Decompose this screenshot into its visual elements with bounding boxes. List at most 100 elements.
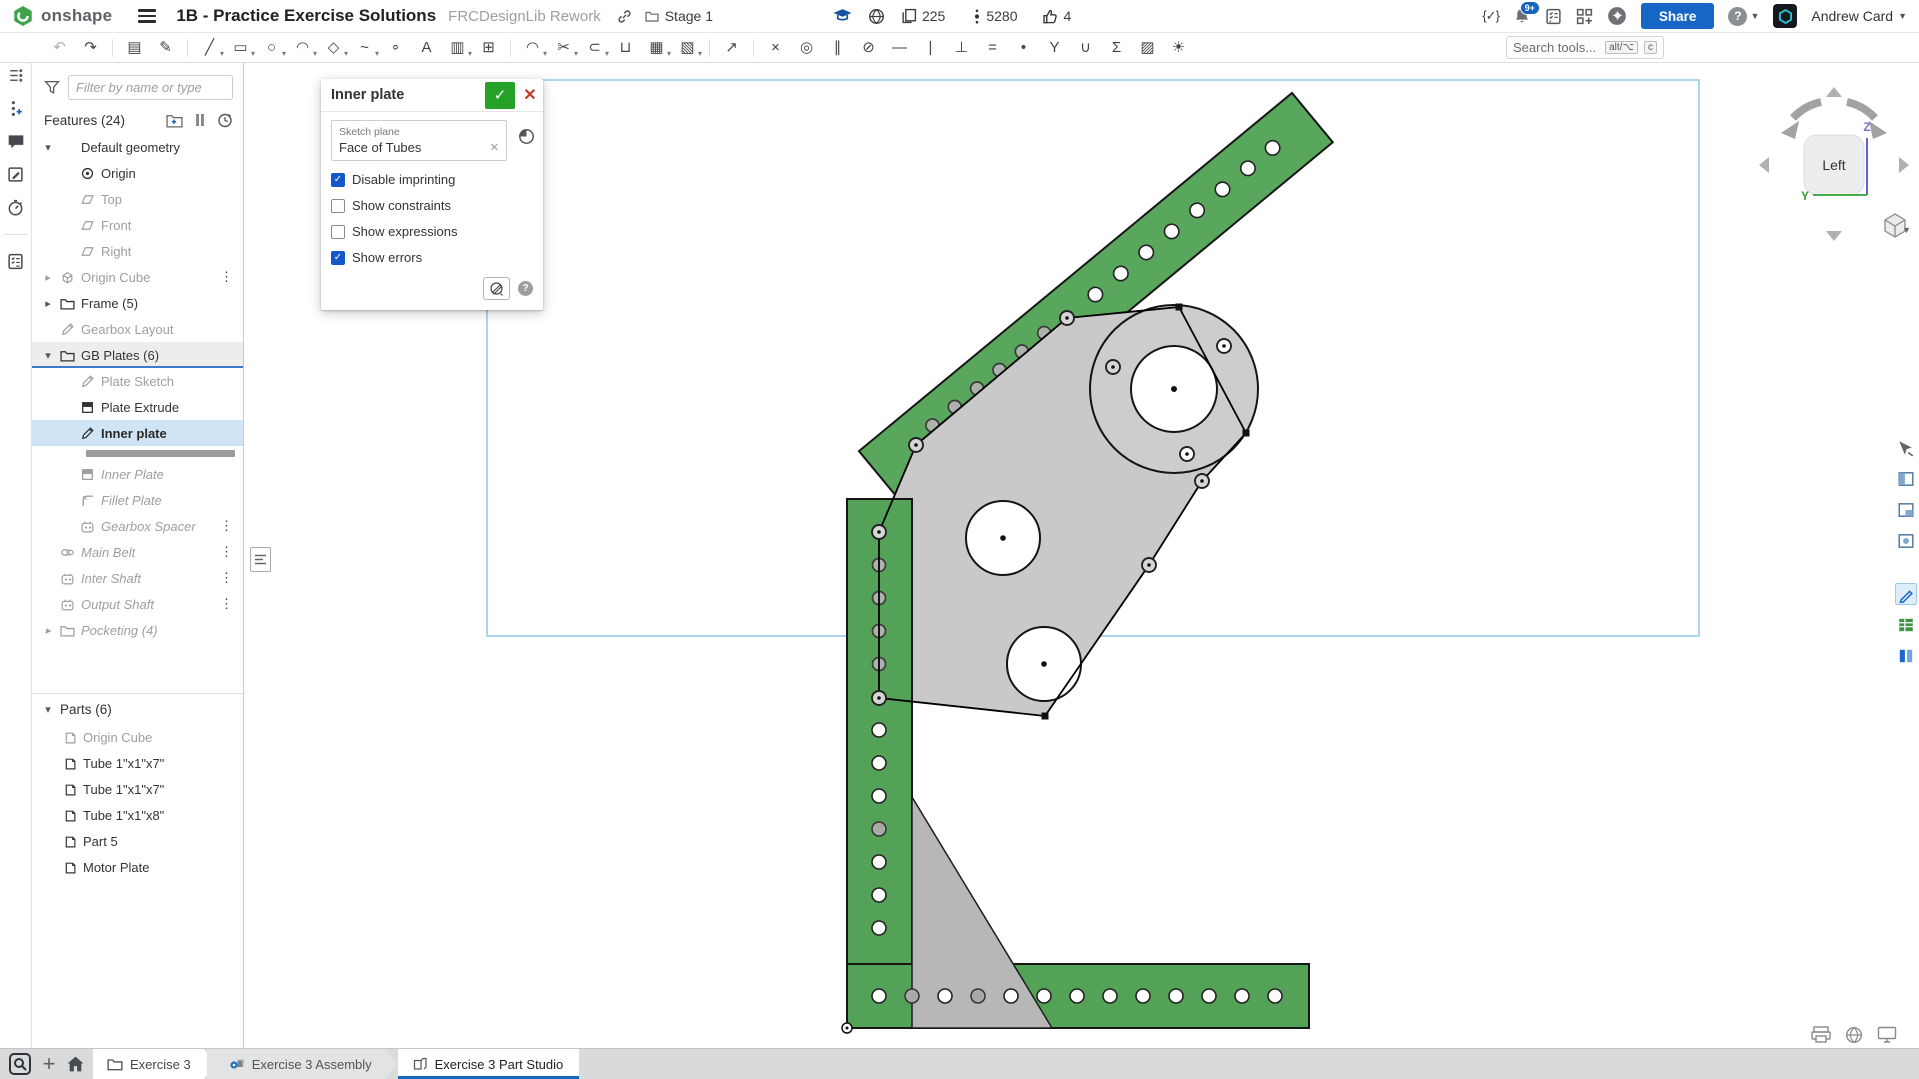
onshape-logo[interactable]: onshape — [12, 5, 112, 27]
featurescript-icon[interactable]: {✓} — [1482, 8, 1499, 24]
feature-flyout-handle[interactable] — [250, 547, 271, 572]
circle-tool-icon[interactable]: ○ ▾ — [256, 35, 287, 61]
comments-icon[interactable] — [7, 133, 25, 150]
horizontal-constraint-icon[interactable]: — ▾ — [884, 35, 915, 61]
intersect-icon[interactable]: ⊞ ▾ — [473, 35, 504, 61]
public-globe-icon[interactable] — [868, 8, 885, 25]
checkbox-show-constraints[interactable]: Show constraints — [331, 198, 533, 213]
fillet-tool-icon[interactable]: ◠ ▾ — [517, 35, 548, 61]
search-tabs-icon[interactable] — [8, 1052, 32, 1076]
parallel-constraint-icon[interactable]: ∥ ▾ — [822, 35, 853, 61]
feature-default-geometry[interactable]: Default geometry ⋮ — [32, 134, 243, 160]
mirror-tool-icon[interactable]: ⊔ ▾ — [610, 35, 641, 61]
vertical-constraint-icon[interactable]: | ▾ — [915, 35, 946, 61]
display-states-icon[interactable] — [1895, 468, 1917, 490]
named-views-icon[interactable] — [1895, 499, 1917, 521]
sketch-plane-field[interactable]: Sketch plane Face of Tubes ✕ — [331, 120, 507, 161]
rollback-clock-icon[interactable] — [217, 112, 233, 128]
versions-count[interactable]: 5280 — [973, 8, 1017, 25]
arc-tool-icon[interactable]: ◠ ▾ — [287, 35, 318, 61]
curvature-constraint-icon[interactable]: ∪ ▾ — [1070, 35, 1101, 61]
feature-gearbox-layout[interactable]: Gearbox Layout ⋮ — [32, 316, 243, 342]
tree-chevron-icon[interactable] — [42, 297, 54, 310]
point-tool-icon[interactable]: ∘ ▾ — [380, 35, 411, 61]
monitor-icon[interactable] — [1877, 1026, 1897, 1044]
feature-output-shaft[interactable]: Output Shaft ⋮ — [32, 591, 243, 617]
overflow-menu-icon[interactable]: ⋮ — [220, 544, 233, 560]
edit-notes-icon[interactable] — [7, 166, 24, 183]
app-store-icon[interactable] — [1576, 8, 1593, 25]
view-arrow-up[interactable] — [1826, 87, 1842, 97]
cut-list-icon[interactable] — [7, 253, 24, 270]
polygon-tool-icon[interactable]: ◇ ▾ — [318, 35, 349, 61]
feature-inter-shaft[interactable]: Inter Shaft ⋮ — [32, 565, 243, 591]
final-rollback-clock-icon[interactable] — [518, 128, 535, 145]
feature-gearbox-spacer[interactable]: Gearbox Spacer ⋮ — [32, 513, 243, 539]
feature-plate-sketch[interactable]: Plate Sketch ⋮ — [32, 368, 243, 394]
avatar[interactable] — [1773, 4, 1797, 28]
part-5[interactable]: Part 5 — [32, 828, 243, 854]
coincident-constraint-icon[interactable]: × ▾ — [760, 35, 791, 61]
checkbox-show-expressions[interactable]: Show expressions — [331, 224, 533, 239]
home-tab-button[interactable] — [66, 1055, 85, 1073]
link-icon[interactable] — [617, 9, 632, 24]
part-tube-7b[interactable]: Tube 1"x1"x7" — [32, 776, 243, 802]
part-tube-8[interactable]: Tube 1"x1"x8" — [32, 802, 243, 828]
feature-frame[interactable]: Frame (5) ⋮ — [32, 290, 243, 316]
likes-count[interactable]: 4 — [1042, 8, 1072, 25]
new-folder-icon[interactable] — [166, 113, 183, 128]
equal-constraint-icon[interactable]: = ▾ — [977, 35, 1008, 61]
sep[interactable]: ▾ — [753, 39, 754, 57]
sketch-icon[interactable]: ✎ ▾ — [150, 35, 181, 61]
tab-exercise-3-part-studio[interactable]: Exercise 3 Part Studio — [398, 1049, 580, 1079]
clear-selection-icon[interactable]: ✕ — [490, 141, 499, 154]
graphics-area[interactable]: Inner plate ✓ ✕ Sketch plane Face of Tub… — [244, 63, 1919, 1048]
undo-icon[interactable]: ↶ ▾ — [44, 35, 75, 61]
rotate-right-arc[interactable] — [1847, 102, 1875, 118]
tables-panel-icon[interactable] — [1895, 614, 1917, 636]
copy-sketch-icon[interactable]: ▤ ▾ — [119, 35, 150, 61]
tree-chevron-icon[interactable]: ▾ — [42, 703, 54, 716]
feature-origin-cube[interactable]: Origin Cube ⋮ — [32, 264, 243, 290]
copies-count[interactable]: 225 — [901, 8, 945, 24]
configurations-icon[interactable] — [7, 67, 24, 84]
learning-center-icon[interactable] — [833, 8, 852, 24]
midpoint-constraint-icon[interactable]: • ▾ — [1008, 35, 1039, 61]
measure-icon[interactable]: ↗ ▾ — [716, 35, 747, 61]
redo-icon[interactable]: ↷ ▾ — [75, 35, 106, 61]
sep[interactable]: ▾ — [112, 39, 113, 57]
cancel-button[interactable]: ✕ — [517, 82, 543, 109]
user-menu[interactable]: Andrew Card ▼ — [1811, 8, 1907, 24]
view-arrow-right[interactable] — [1899, 157, 1909, 173]
columns-panel-icon[interactable] — [1895, 645, 1917, 667]
search-tools-input[interactable]: Search tools... alt/⌥ c — [1506, 36, 1664, 59]
suppress-pause-icon[interactable] — [195, 113, 205, 127]
line-tool-icon[interactable]: ╱ ▾ — [194, 35, 225, 61]
feature-gb-plates[interactable]: GB Plates (6) ⋮ — [32, 342, 243, 368]
perpendicular-constraint-icon[interactable]: ⊥ ▾ — [946, 35, 977, 61]
part-origin-cube[interactable]: Origin Cube — [32, 724, 243, 750]
selection-tools-icon[interactable] — [1895, 437, 1917, 459]
insert-image-icon[interactable]: ▧ ▾ — [672, 35, 703, 61]
feature-fillet-plate[interactable]: Fillet Plate ⋮ — [32, 487, 243, 513]
symmetric-constraint-icon[interactable]: Y ▾ — [1039, 35, 1070, 61]
hatch-icon[interactable]: ▨ ▾ — [1132, 35, 1163, 61]
feature-origin[interactable]: Origin ⋮ — [32, 160, 243, 186]
use-convert-icon[interactable]: ▥ ▾ — [442, 35, 473, 61]
overflow-menu-icon[interactable]: ⋮ — [220, 518, 233, 534]
trim-tool-icon[interactable]: ✂ ▾ — [548, 35, 579, 61]
feature-pocketing[interactable]: Pocketing (4) ⋮ — [32, 617, 243, 643]
release-tasks-icon[interactable] — [1545, 8, 1562, 25]
sketch-panel-icon[interactable] — [1895, 583, 1917, 605]
feature-inner-plate-extrude[interactable]: Inner Plate ⋮ — [32, 461, 243, 487]
filter-input[interactable]: Filter by name or type — [68, 75, 233, 100]
overflow-menu-icon[interactable]: ⋮ — [220, 570, 233, 586]
tree-chevron-icon[interactable] — [42, 624, 54, 637]
tree-chevron-icon[interactable] — [42, 349, 54, 362]
offset-tool-icon[interactable]: ⊂ ▾ — [579, 35, 610, 61]
text-tool-icon[interactable]: A ▾ — [411, 35, 442, 61]
menu-icon[interactable] — [138, 6, 156, 26]
feature-front-plane[interactable]: Front ⋮ — [32, 212, 243, 238]
overflow-menu-icon[interactable]: ⋮ — [220, 596, 233, 612]
tab-exercise-3[interactable]: Exercise 3 — [93, 1049, 217, 1079]
